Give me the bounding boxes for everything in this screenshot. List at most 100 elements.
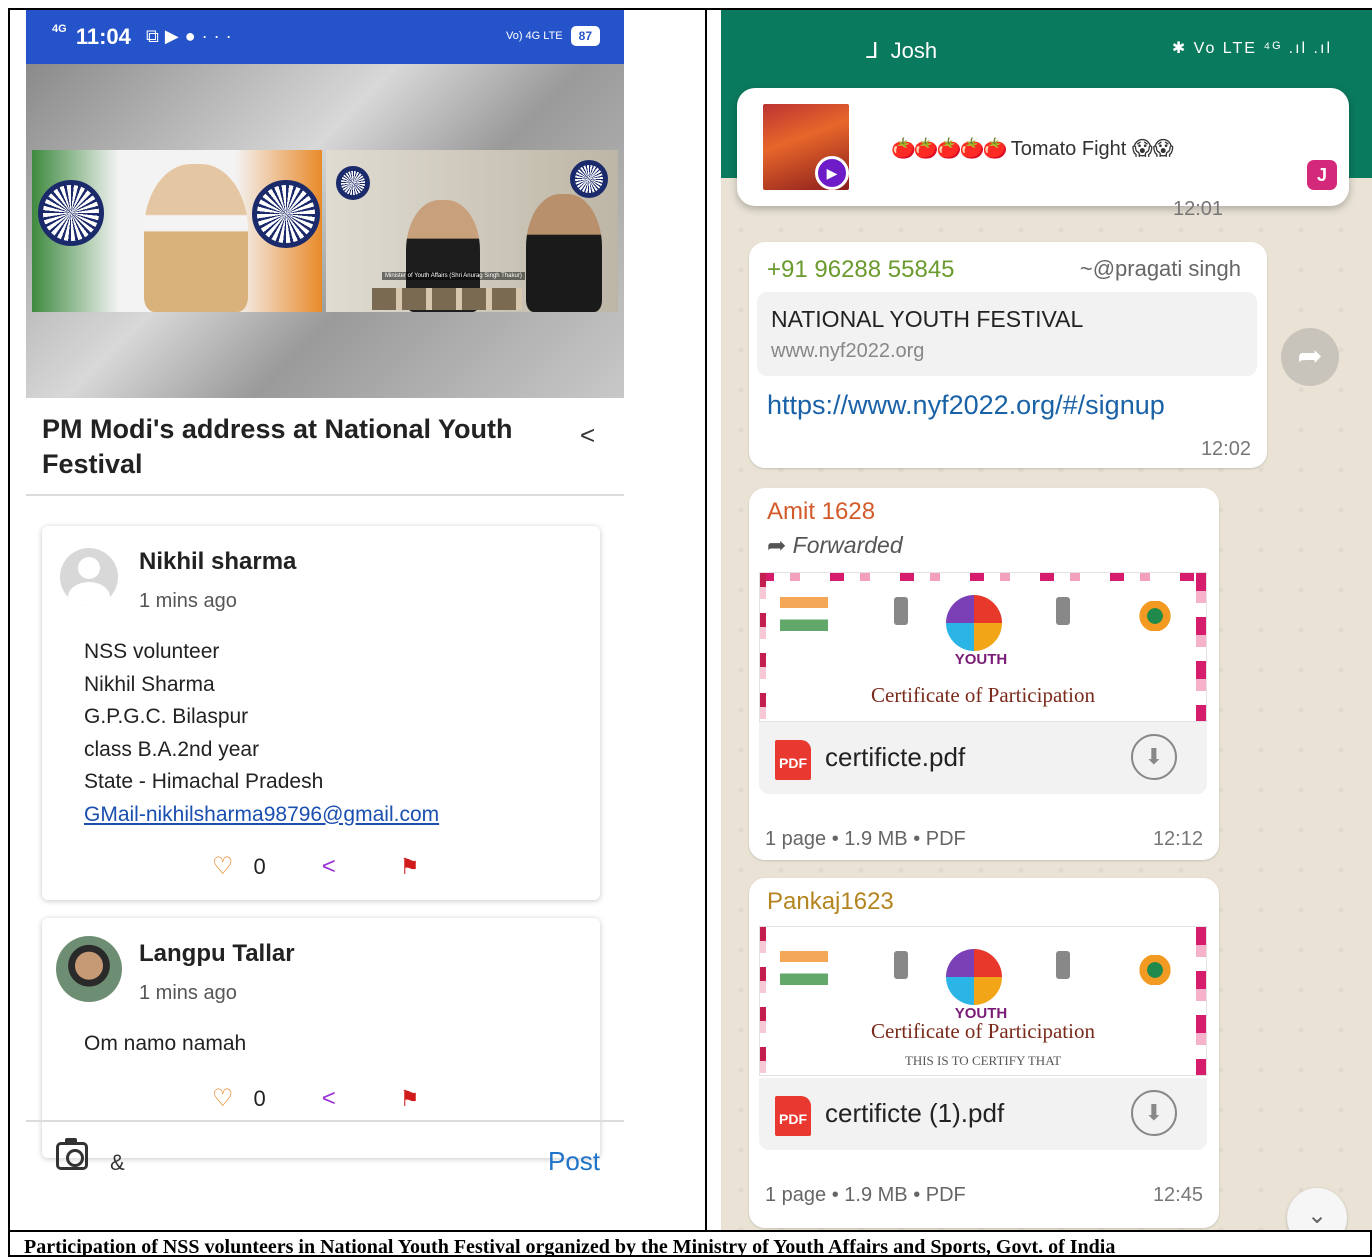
link-preview-title: NATIONAL YOUTH FESTIVAL: [771, 306, 1084, 332]
certificate-line: THIS IS TO CERTIFY THAT: [904, 1053, 1062, 1068]
figure-caption: Participation of NSS volunteers in Natio…: [24, 1236, 1116, 1257]
avatar-placeholder-icon: [60, 548, 118, 606]
ashoka-chakra-icon: [252, 180, 320, 248]
chat-message[interactable]: +91 96288 55845 ~@pragati singh NATIONAL…: [749, 242, 1267, 468]
comment-time: 1 mins ago: [139, 982, 237, 1004]
notification-icons: ⧉▶●···: [146, 26, 238, 47]
message-link[interactable]: https://www.nyf2022.org/#/signup: [767, 390, 1165, 421]
partner-logo: [1134, 955, 1176, 985]
camera-icon[interactable]: [56, 1138, 88, 1170]
message-time: 12:01: [1173, 198, 1224, 220]
notification-source: ᒧ Josh: [865, 38, 938, 63]
share-icon[interactable]: <: [322, 853, 336, 881]
ashoka-chakra-icon: [38, 180, 104, 246]
sender-display-name: ~@pragati singh: [1079, 256, 1241, 281]
right-screenshot-chat: ᒧ Josh ✱ Vo LTE ⁴ᴳ .ıl .ıl ▶ 🍅🍅🍅🍅🍅 Tomat…: [721, 10, 1372, 1230]
certificate-title: Certificate of Participation: [871, 683, 1095, 707]
tomato-emoji-icons: 🍅🍅🍅🍅🍅: [891, 138, 1008, 160]
comment-input[interactable]: &: [110, 1150, 125, 1176]
caption-divider: [8, 1230, 1372, 1232]
share-icon[interactable]: <: [322, 1085, 336, 1113]
message-time: 12:45: [1152, 1184, 1203, 1206]
participant-strip: [372, 288, 522, 310]
download-icon[interactable]: ⬇: [1131, 734, 1177, 780]
email-link[interactable]: GMail-nikhilsharma98796@gmail.com: [84, 799, 439, 832]
message-sender[interactable]: Amit 1628: [767, 498, 875, 526]
volte-icon: Vo) 4G LTE: [505, 30, 563, 42]
chat-message[interactable]: Pankaj1623 YOUTH Certificate of Particip…: [749, 878, 1219, 1228]
video-thumbnail[interactable]: Minister of Youth Affairs (Shri Anurag S…: [26, 64, 624, 398]
comment-body: Om namo namah: [84, 1028, 246, 1061]
josh-app-icon: J: [1307, 160, 1337, 190]
video-panel-pm: [32, 150, 322, 312]
youtube-icon: ▶: [164, 26, 185, 46]
comment-actions: ♡ 0 < ⚑: [212, 852, 420, 881]
heads-up-notification[interactable]: ▶ 🍅🍅🍅🍅🍅 Tomato Fight 😱😱 J: [737, 88, 1349, 206]
chat-icon: ●: [184, 26, 202, 46]
forwarded-text: Forwarded: [792, 532, 903, 558]
post-button[interactable]: Post: [548, 1146, 600, 1177]
app-name: Josh: [890, 38, 938, 63]
comment-card: Langpu Tallar 1 mins ago Om namo namah ♡…: [42, 918, 600, 1158]
share-icon[interactable]: <: [580, 420, 595, 451]
divider: [26, 494, 624, 496]
status-bar: 4G 11:04 ⧉▶●··· Vo) 4G LTE 87: [26, 10, 624, 64]
comment-line: Nikhil Sharma: [84, 672, 215, 696]
notification-title: Tomato Fight: [1010, 138, 1127, 160]
download-icon[interactable]: ⬇: [1131, 1090, 1177, 1136]
message-time: 12:12: [1152, 828, 1203, 850]
like-count: 0: [253, 853, 266, 879]
battery-icon: 87: [570, 26, 600, 46]
file-attachment[interactable]: PDF certificte.pdf ⬇: [759, 722, 1207, 794]
play-icon: ▶: [815, 156, 849, 190]
post-title: PM Modi's address at National Youth Fest…: [42, 414, 513, 479]
table-column-divider: [705, 8, 707, 1232]
comment-line: class B.A.2nd year: [84, 737, 260, 761]
gallery-icon: ⧉: [146, 26, 165, 46]
avatar: [56, 936, 122, 1002]
report-flag-icon[interactable]: ⚑: [400, 854, 420, 880]
certificate-preview[interactable]: YOUTH Certificate of Participation: [759, 572, 1207, 722]
pdf-icon: PDF: [775, 1096, 811, 1136]
like-heart-icon[interactable]: ♡: [212, 1084, 234, 1113]
message-time: 12:02: [1200, 438, 1251, 460]
file-meta: 1 page • 1.9 MB • PDF: [765, 1184, 966, 1206]
file-attachment[interactable]: PDF certificte (1).pdf ⬇: [759, 1078, 1207, 1150]
notification-text: 🍅🍅🍅🍅🍅 Tomato Fight 😱😱: [891, 136, 1174, 161]
comment-author[interactable]: Nikhil sharma: [139, 548, 296, 576]
youth-logo-text: YOUTH: [954, 651, 1008, 668]
forward-icon[interactable]: ➦: [1281, 328, 1339, 386]
clock: 11:04: [75, 24, 131, 49]
certificate-border: [760, 573, 1206, 581]
ashoka-chakra-icon: [336, 166, 370, 200]
left-screenshot-feed: 4G 11:04 ⧉▶●··· Vo) 4G LTE 87 Minister o…: [26, 10, 624, 1230]
certificate-preview[interactable]: YOUTH Certificate of Participation THIS …: [759, 926, 1207, 1076]
comment-time: 1 mins ago: [139, 590, 237, 612]
partner-logo: [1134, 601, 1176, 631]
divider: [26, 1120, 624, 1122]
minister-figure: [526, 194, 602, 312]
chat-message[interactable]: Amit 1628 ➦ Forwarded YOUTH Certificate …: [749, 488, 1219, 860]
ashoka-chakra-icon: [570, 160, 608, 198]
link-preview[interactable]: NATIONAL YOUTH FESTIVAL www.nyf2022.org: [757, 292, 1257, 376]
message-sender[interactable]: Pankaj1623: [767, 888, 894, 916]
nyf-logo: [946, 595, 1002, 651]
file-name: certificte.pdf: [825, 742, 966, 772]
file-name: certificte (1).pdf: [825, 1098, 1005, 1128]
comment-line: G.P.G.C. Bilaspur: [84, 705, 249, 728]
scream-emoji-icon: 😱😱: [1131, 138, 1174, 160]
speaker-figure: [144, 164, 248, 312]
status-icons-right: Vo) 4G LTE 87: [506, 26, 600, 46]
comment-body: NSS volunteer Nikhil Sharma G.P.G.C. Bil…: [84, 636, 439, 831]
like-heart-icon[interactable]: ♡: [212, 852, 234, 881]
report-flag-icon[interactable]: ⚑: [400, 1086, 420, 1112]
pdf-icon: PDF: [775, 740, 811, 780]
message-sender[interactable]: +91 96288 55845: [767, 256, 955, 284]
national-emblem-icon: [894, 597, 908, 625]
comment-line: Om namo namah: [84, 1032, 247, 1055]
overflow-indicator: ···: [201, 26, 238, 46]
scroll-down-icon[interactable]: ⌄: [1287, 1188, 1347, 1230]
comment-line: NSS volunteer: [84, 640, 220, 663]
comment-author[interactable]: Langpu Tallar: [139, 940, 295, 968]
like-count: 0: [253, 1085, 266, 1111]
